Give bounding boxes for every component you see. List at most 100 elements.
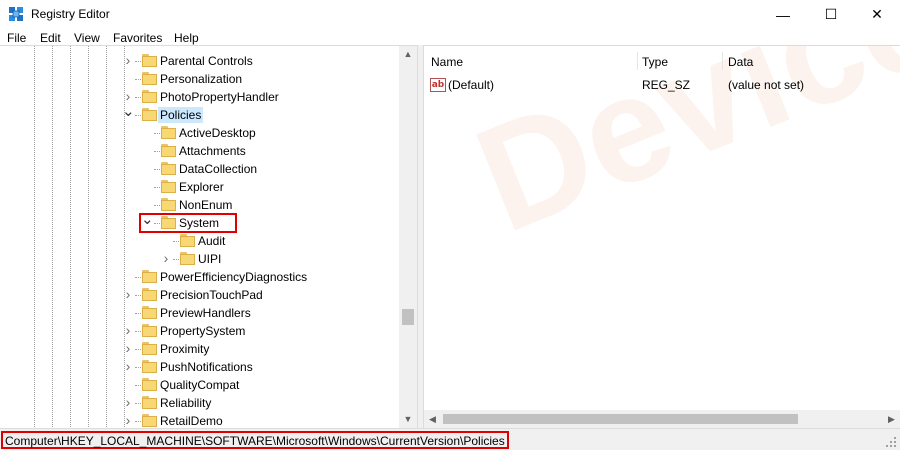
folder-icon xyxy=(142,288,157,301)
expand-chevron-icon[interactable]: › xyxy=(122,341,134,356)
tree-node-label[interactable]: PropertySystem xyxy=(158,323,247,339)
collapse-chevron-icon[interactable]: ⌄ xyxy=(122,104,135,122)
folder-icon xyxy=(161,126,176,139)
expand-chevron-icon[interactable]: › xyxy=(122,395,134,410)
scroll-right-icon[interactable]: ▶ xyxy=(883,410,900,428)
folder-icon xyxy=(142,342,157,355)
tree-node[interactable]: NonEnum xyxy=(0,196,398,214)
tree-node[interactable]: › Proximity xyxy=(0,340,398,358)
menu-view[interactable]: View xyxy=(74,31,100,45)
minimize-button[interactable]: — xyxy=(760,0,806,29)
tree-node[interactable]: › Parental Controls xyxy=(0,52,398,70)
folder-icon xyxy=(142,306,157,319)
regedit-icon xyxy=(9,7,23,21)
scroll-up-icon[interactable]: ▲ xyxy=(399,46,417,63)
resize-grip-icon[interactable] xyxy=(886,437,896,447)
tree-node-label[interactable]: ActiveDesktop xyxy=(177,125,258,141)
window-title: Registry Editor xyxy=(31,7,110,21)
tree-node-label[interactable]: Personalization xyxy=(158,71,244,87)
menu-edit[interactable]: Edit xyxy=(40,31,61,45)
folder-icon xyxy=(142,324,157,337)
maximize-button[interactable]: ☐ xyxy=(808,0,854,29)
folder-icon xyxy=(142,54,157,67)
tree-node-label[interactable]: QualityCompat xyxy=(158,377,241,393)
tree-node-label[interactable]: PhotoPropertyHandler xyxy=(158,89,281,105)
tree-node[interactable]: › Reliability xyxy=(0,394,398,412)
tree-node-label[interactable]: PreviewHandlers xyxy=(158,305,253,321)
tree-node-label[interactable]: Explorer xyxy=(177,179,226,195)
tree-node-label[interactable]: Attachments xyxy=(177,143,248,159)
values-list[interactable]: DeviceTricks Name Type Data ab (Default)… xyxy=(423,45,900,428)
tree-node[interactable]: › PushNotifications xyxy=(0,358,398,376)
folder-icon xyxy=(142,270,157,283)
tree-node[interactable]: ⌄ System xyxy=(0,212,398,233)
registry-tree[interactable]: ▲ ▼ › Parental Controls Personalization › Ph… xyxy=(0,45,418,428)
tree-node-label[interactable]: Proximity xyxy=(158,341,211,357)
folder-icon xyxy=(142,414,157,427)
tree-node[interactable]: Explorer xyxy=(0,178,398,196)
highlight-box xyxy=(139,213,237,233)
value-type: REG_SZ xyxy=(642,78,691,92)
tree-node-label[interactable]: PowerEfficiencyDiagnostics xyxy=(158,269,309,285)
folder-icon xyxy=(142,108,157,121)
expand-chevron-icon[interactable]: › xyxy=(122,287,134,302)
expand-chevron-icon[interactable]: › xyxy=(122,323,134,338)
string-value-icon: ab xyxy=(430,78,446,92)
expand-chevron-icon[interactable]: › xyxy=(122,89,134,104)
tree-node-label[interactable]: PushNotifications xyxy=(158,359,255,375)
tree-node[interactable]: › UIPI xyxy=(0,250,398,268)
menu-file[interactable]: File xyxy=(7,31,26,45)
maximize-icon: ☐ xyxy=(824,6,838,22)
expand-chevron-icon[interactable]: › xyxy=(122,359,134,374)
close-button[interactable]: ✕ xyxy=(854,0,900,29)
column-header-data[interactable]: Data xyxy=(728,55,753,69)
minimize-icon: — xyxy=(776,6,790,23)
folder-icon xyxy=(180,234,195,247)
tree-node[interactable]: QualityCompat xyxy=(0,376,398,394)
tree-node-label[interactable]: PrecisionTouchPad xyxy=(158,287,265,303)
tree-node[interactable]: PowerEfficiencyDiagnostics xyxy=(0,268,398,286)
tree-vertical-scrollbar[interactable]: ▲ ▼ xyxy=(399,46,417,428)
values-horizontal-scrollbar[interactable]: ◀ ▶ xyxy=(424,410,900,428)
tree-node[interactable]: Attachments xyxy=(0,142,398,160)
column-header-name[interactable]: Name xyxy=(431,55,463,69)
folder-icon xyxy=(142,90,157,103)
tree-scroll-thumb[interactable] xyxy=(402,309,414,325)
expand-chevron-icon[interactable]: › xyxy=(122,53,134,68)
scroll-down-icon[interactable]: ▼ xyxy=(399,411,417,428)
tree-node-label[interactable]: Parental Controls xyxy=(158,53,255,69)
tree-node-label[interactable]: Audit xyxy=(196,233,227,249)
tree-node[interactable]: › PrecisionTouchPad xyxy=(0,286,398,304)
scroll-left-icon[interactable]: ◀ xyxy=(424,410,441,428)
value-name: (Default) xyxy=(448,78,495,92)
folder-icon xyxy=(142,378,157,391)
tree-node[interactable]: Audit xyxy=(0,232,398,250)
expand-chevron-icon[interactable]: › xyxy=(122,413,134,428)
tree-node[interactable]: ActiveDesktop xyxy=(0,124,398,142)
close-icon: ✕ xyxy=(871,6,883,22)
menu-favorites[interactable]: Favorites xyxy=(113,31,162,45)
folder-icon xyxy=(142,396,157,409)
folder-icon xyxy=(161,162,176,175)
tree-node[interactable]: Personalization xyxy=(0,70,398,88)
tree-node-label[interactable]: RetailDemo xyxy=(158,413,225,428)
value-data: (value not set) xyxy=(728,78,805,92)
column-header-type[interactable]: Type xyxy=(642,55,668,69)
tree-node[interactable]: DataCollection xyxy=(0,160,398,178)
tree-node[interactable]: › RetailDemo xyxy=(0,412,398,428)
tree-node[interactable]: › PhotoPropertyHandler xyxy=(0,88,398,106)
menu-help[interactable]: Help xyxy=(174,31,199,45)
expand-chevron-icon[interactable]: › xyxy=(160,251,172,266)
value-row[interactable]: ab (Default) REG_SZ (value not set) xyxy=(430,77,890,95)
tree-node-label[interactable]: Policies xyxy=(158,107,204,123)
tree-node[interactable]: › PropertySystem xyxy=(0,322,398,340)
tree-node-label[interactable]: DataCollection xyxy=(177,161,259,177)
tree-node-label[interactable]: NonEnum xyxy=(177,197,234,213)
tree-node-label[interactable]: UIPI xyxy=(196,251,223,267)
tree-node[interactable]: ⌄ Policies xyxy=(0,104,398,124)
folder-icon xyxy=(142,360,157,373)
tree-node[interactable]: PreviewHandlers xyxy=(0,304,398,322)
values-scroll-thumb[interactable] xyxy=(443,414,798,424)
tree-node-label[interactable]: Reliability xyxy=(158,395,213,411)
folder-icon xyxy=(161,198,176,211)
